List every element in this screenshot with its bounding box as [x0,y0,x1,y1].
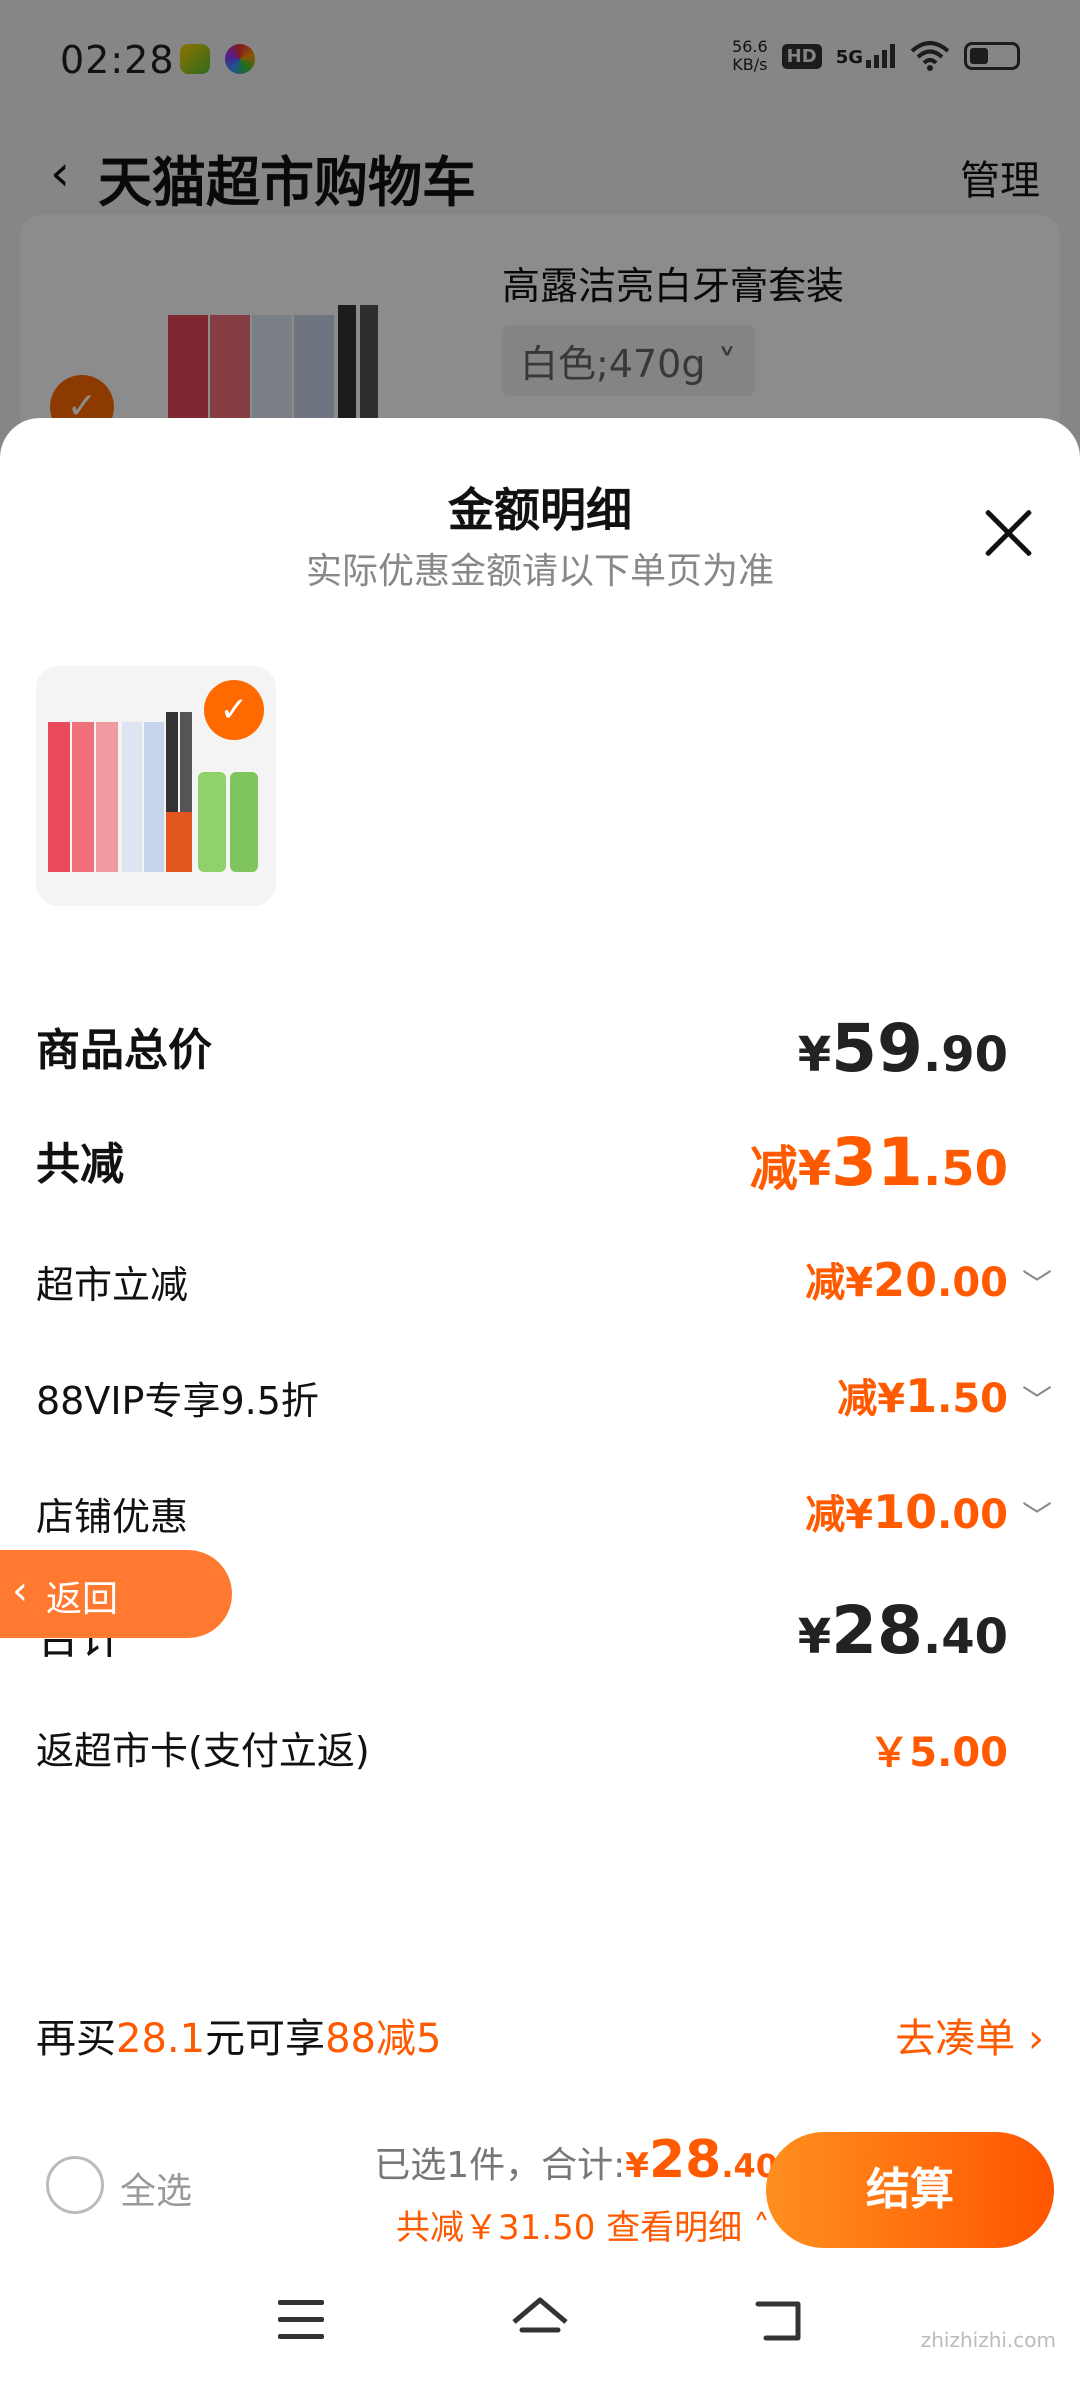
row-label: 共减 [36,1139,124,1190]
floating-back-label: 返回 [46,1579,119,1620]
chevron-left-icon: ‹ [12,1568,28,1614]
total-amount: ¥28.40 [625,2130,778,2190]
yen-symbol: ¥ [797,1609,832,1665]
promo-text: 元可享 [205,2016,326,2062]
promo-text: 再买 [36,2016,116,2062]
close-icon[interactable] [980,504,1036,560]
row-goods-total: 商品总价 ¥59.90 [36,1010,1044,1100]
promo-deal: 88减5 [325,2016,442,2062]
home-icon[interactable] [510,2294,570,2346]
amount-int: 1 [905,1369,938,1423]
discount-prefix: 减 [805,1492,846,1538]
menu-icon[interactable] [278,2300,324,2340]
amount-dec: .00 [937,1492,1008,1538]
amount-dec: .50 [922,1141,1008,1197]
row-value: 减¥10.00 [805,1482,1008,1540]
amount-int: 28 [831,1592,923,1669]
row-value: 减¥1.50 [837,1366,1008,1424]
product-thumbnail: ✓ [36,666,276,906]
amount-int: 31 [831,1124,923,1201]
row-label: 88VIP专享9.5折 [36,1379,319,1423]
checkout-bar: 全选 已选1件，合计:¥28.40 共减￥31.50 查看明细 ˄ 结算 [0,2100,1080,2270]
discount-prefix: 减 [805,1260,846,1306]
row-value: ¥28.40 [798,1592,1008,1669]
row-label: 超市立减 [36,1263,189,1307]
yen-symbol: ¥ [877,1376,906,1422]
row-value: 减¥20.00 [805,1250,1008,1308]
row-cashback: 返超市卡(支付立返) ￥5.00 [36,1716,1044,1806]
view-details-link[interactable]: 查看明细 ˄ [606,2208,770,2248]
checkout-button[interactable]: 结算 [766,2132,1054,2248]
row-label: 商品总价 [36,1025,212,1076]
amount-dec: .00 [937,1260,1008,1306]
row-total-discount: 共减 减¥31.50 [36,1124,1044,1214]
amount-dec: .90 [922,1027,1008,1083]
discount-prefix: 减 [749,1141,798,1197]
system-nav-bar: zhizhizhi.com [0,2270,1080,2400]
row-value: 减¥31.50 [750,1124,1008,1201]
row-label: 店铺优惠 [36,1495,189,1539]
sheet-subtitle: 实际优惠金额请以下单页为准 [305,551,774,592]
row-supermarket-discount[interactable]: 超市立减 减¥20.00 ﹀ [36,1250,1052,1340]
amount-int: 28 [648,2130,722,2190]
sheet-title: 金额明细 [448,483,632,537]
yen-symbol: ¥ [625,2146,649,2186]
chevron-down-icon[interactable]: ﹀ [1022,1260,1052,1304]
yen-symbol: ¥ [797,1027,832,1083]
select-all-radio[interactable] [46,2156,104,2214]
row-vip-discount[interactable]: 88VIP专享9.5折 减¥1.50 ﹀ [36,1366,1052,1456]
floating-back-button[interactable]: ‹ 返回 [0,1550,232,1638]
amount-int: 59 [831,1010,923,1087]
cashback-value: ￥5.00 [869,1730,1008,1776]
discount-prefix: 减 [837,1376,878,1422]
discount-summary: 共减￥31.50 查看明细 ˄ [396,2200,770,2249]
select-all-label[interactable]: 全选 [120,2162,192,2214]
chevron-down-icon[interactable]: ﹀ [1022,1376,1052,1420]
promo-amount: 28.1 [116,2016,206,2062]
amount-int: 20 [873,1253,938,1307]
checkmark-icon[interactable]: ✓ [204,680,264,740]
yen-symbol: ¥ [845,1260,874,1306]
selected-count-text: 已选1件，合计: [374,2145,626,2186]
amount-dec: .50 [937,1376,1008,1422]
amount-dec: .40 [922,1609,1008,1665]
add-on-order-link[interactable]: 去凑单 › [895,2006,1044,2064]
amount-int: 10 [873,1485,938,1539]
back-icon[interactable] [752,2294,804,2346]
discount-text: 共减￥31.50 [396,2208,596,2248]
promo-line: 再买28.1元可享88减5 去凑单 › [36,2006,1044,2076]
yen-symbol: ¥ [797,1141,832,1197]
selected-summary: 已选1件，合计:¥28.40 [374,2130,778,2190]
watermark: zhizhizhi.com [920,2328,1056,2352]
row-value: ¥59.90 [798,1010,1008,1087]
row-label: 返超市卡(支付立返) [36,1729,370,1773]
yen-symbol: ¥ [845,1492,874,1538]
chevron-down-icon[interactable]: ﹀ [1022,1492,1052,1536]
